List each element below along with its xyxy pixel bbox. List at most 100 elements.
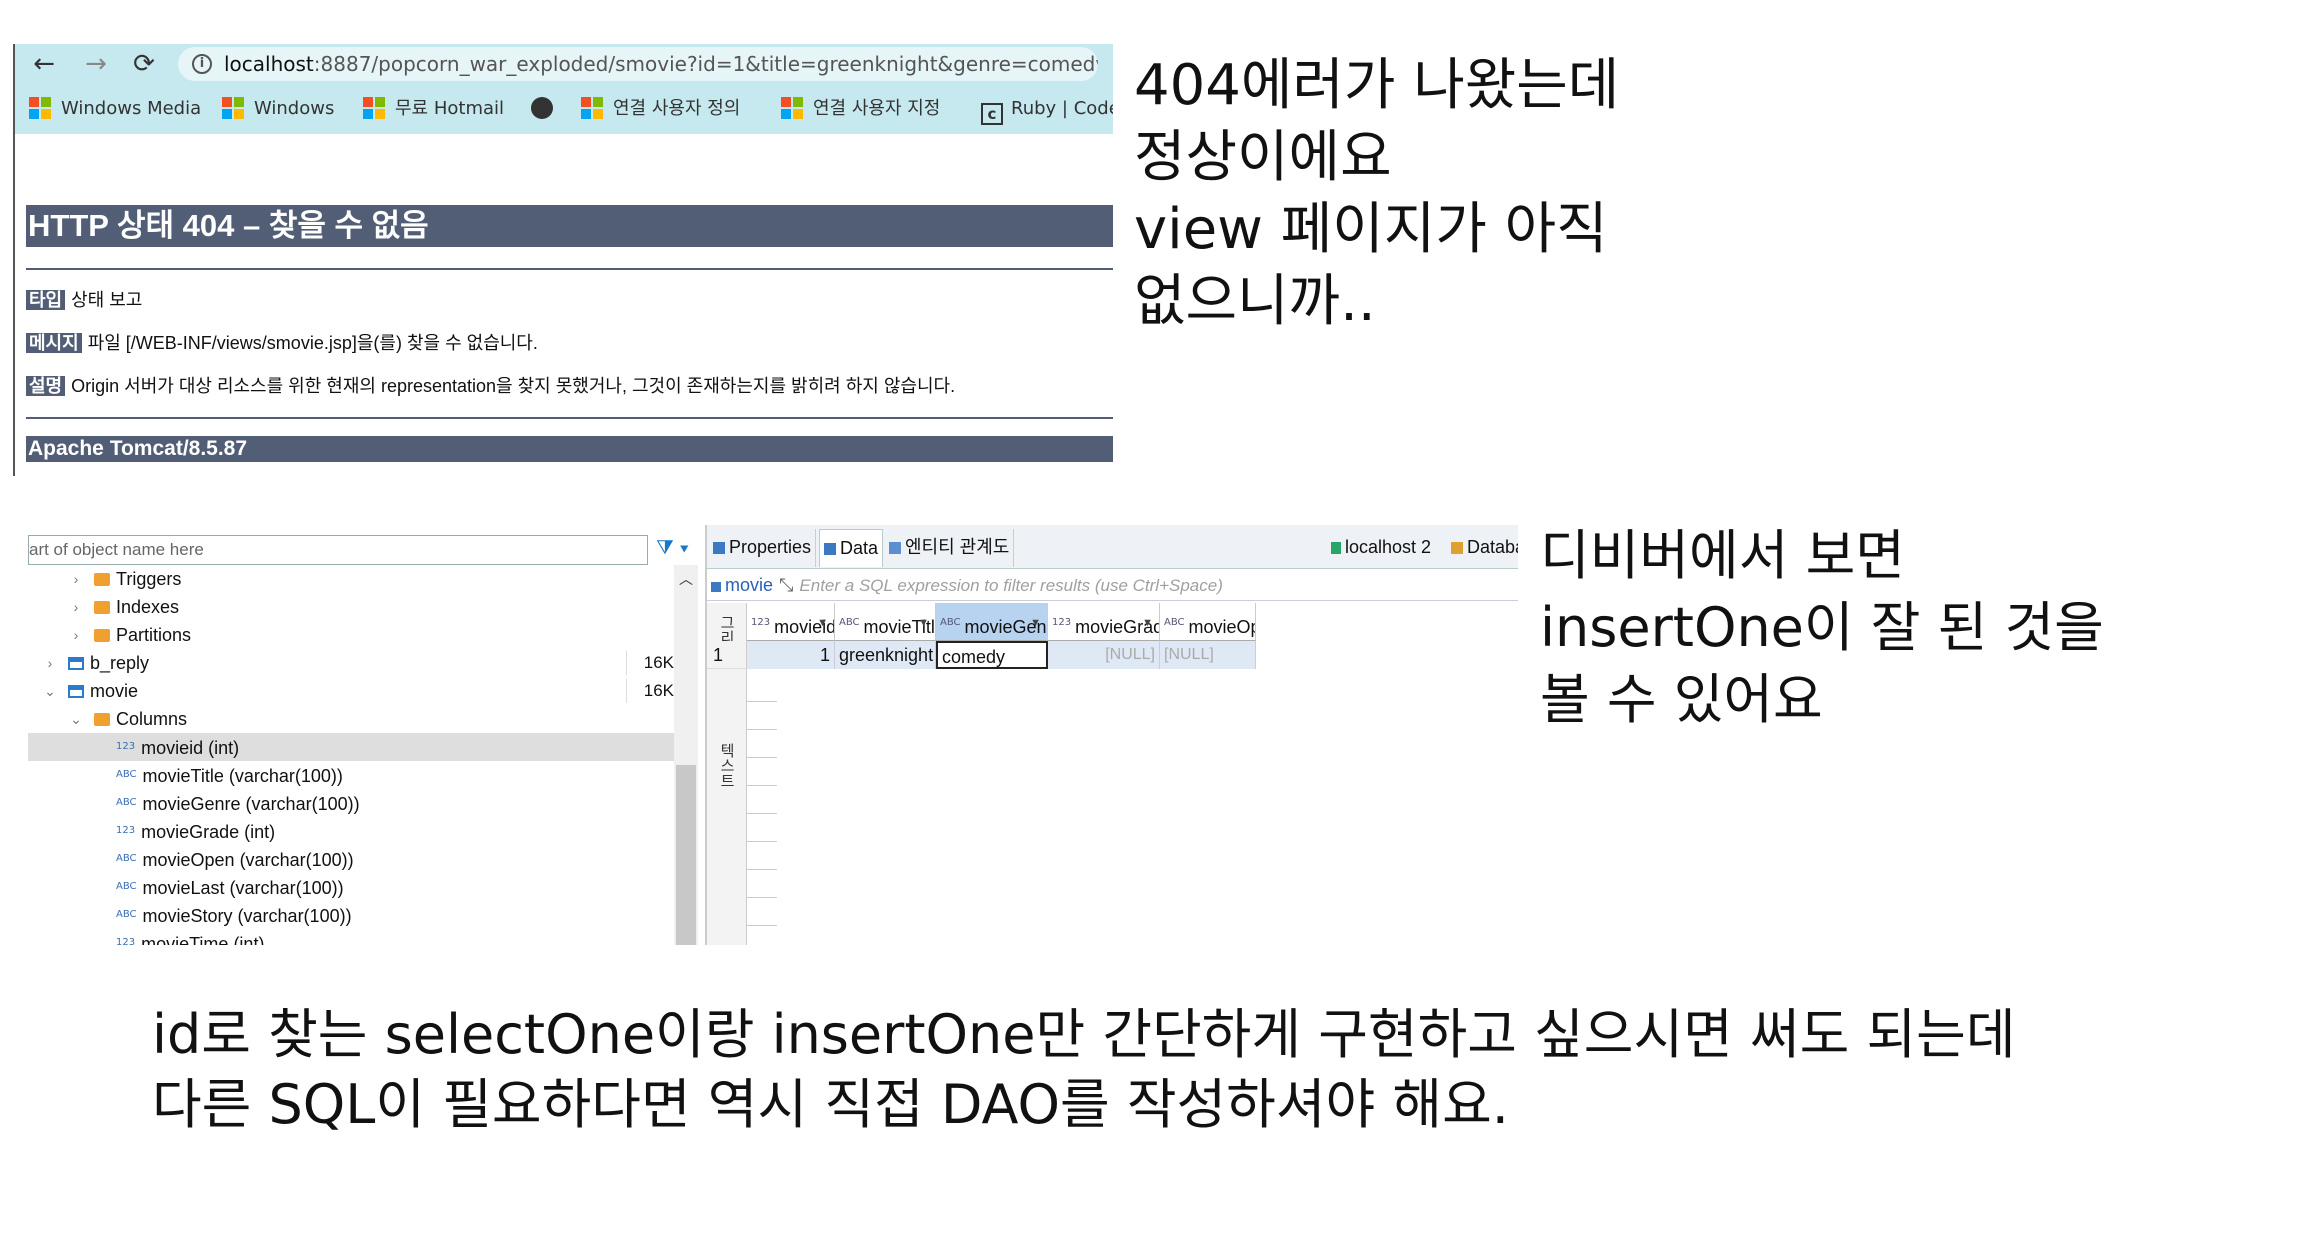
folder-icon <box>94 629 110 642</box>
column-header-movieopen[interactable]: ABCmovieOpen <box>1160 603 1256 641</box>
collapse-icon[interactable]: ⌄ <box>68 705 84 733</box>
tree-label: movieOpen (varchar(100)) <box>142 850 354 870</box>
table-size: 16K <box>626 651 678 675</box>
database-label: Databa <box>1467 537 1518 557</box>
tree-label: movieStory (varchar(100)) <box>142 906 352 926</box>
tree-item-movie[interactable]: ⌄ movie 16K <box>28 677 678 705</box>
numeric-column-icon: 123 <box>116 937 136 945</box>
sort-dropdown-icon[interactable]: ▼ <box>1142 603 1153 640</box>
note-line: 404에러가 나왔는데 <box>1134 53 1620 118</box>
sort-dropdown-icon[interactable]: ▼ <box>918 603 929 640</box>
column-header-movietitle[interactable]: ABCmovieTitle▼ <box>835 603 936 641</box>
error-description-text: Origin 서버가 대상 리소스를 위한 현재의 representation… <box>71 376 956 396</box>
column-item-moviestory[interactable]: ABC movieStory (varchar(100)) <box>28 901 678 929</box>
expand-icon[interactable]: › <box>68 621 84 649</box>
column-header-moviegrade[interactable]: 123movieGrade▼ <box>1048 603 1160 641</box>
tree-label: Triggers <box>116 569 182 589</box>
table-row[interactable]: 1 1 greenknight comedy [NULL] [NULL] <box>707 641 1256 669</box>
server-footer: Apache Tomcat/8.5.87 <box>26 436 1113 462</box>
note-line: id로 찾는 selectOne이랑 insertOne만 간단하게 구현하고 … <box>152 1003 2016 1066</box>
column-item-movietitle[interactable]: ABC movieTitle (varchar(100)) <box>28 761 678 789</box>
url-input[interactable]: i localhost:8887/popcorn_war_exploded/sm… <box>178 47 1098 81</box>
navigator-scrollbar[interactable]: ︿ <box>674 565 698 945</box>
tab-data[interactable]: Data <box>819 529 884 567</box>
error-type-line: 타입 상태 보고 <box>26 287 142 313</box>
column-item-movieopen[interactable]: ABC movieOpen (varchar(100)) <box>28 845 678 873</box>
tab-properties[interactable]: Properties <box>709 529 817 567</box>
text-view-toggle[interactable]: 텍스트 <box>715 743 737 788</box>
text-column-icon: ABC <box>116 769 137 780</box>
tree-label: movie <box>90 681 139 701</box>
bookmark-ruby-code[interactable]: c Ruby | Code <box>981 97 1113 125</box>
error-description-label: 설명 <box>26 376 66 396</box>
tree-item-columns[interactable]: ⌄ Columns <box>28 705 678 733</box>
text-type-icon: ABC <box>1164 617 1185 628</box>
forward-arrow-icon[interactable]: → <box>81 49 111 79</box>
expand-filter-icon[interactable]: ⤡ <box>779 575 793 595</box>
column-item-moviegenre[interactable]: ABC movieGenre (varchar(100)) <box>28 789 678 817</box>
dbeaver-screenshot: art of object name here ⧩ ▾ › Triggers › I… <box>28 525 1518 945</box>
tree-item-triggers[interactable]: › Triggers <box>28 565 678 593</box>
expand-icon[interactable]: › <box>42 649 58 677</box>
connection-label: localhost 2 <box>1345 537 1432 557</box>
result-filter-bar: movie ⤡ Enter a SQL expression to filter r… <box>707 569 1518 601</box>
sort-dropdown-icon[interactable]: ▼ <box>817 603 828 640</box>
tree-label: Columns <box>116 709 188 729</box>
numeric-type-icon: 123 <box>751 617 771 628</box>
scrollbar-thumb[interactable] <box>676 765 696 945</box>
connection-selector[interactable]: localhost 2 <box>1327 529 1435 567</box>
tree-label: movieTitle (varchar(100)) <box>142 766 343 786</box>
expand-icon[interactable]: › <box>68 565 84 593</box>
data-grid-icon <box>824 543 836 555</box>
column-item-movieid[interactable]: 123 movieid (int) <box>28 733 678 761</box>
filter-funnel-icon[interactable]: ⧩ ▾ <box>656 537 696 563</box>
tree-label: b_reply <box>90 653 150 673</box>
reload-icon[interactable]: ⟳ <box>129 49 159 79</box>
editor-tab-bar: Properties Data 엔티티 관계도 localhost 2 Data… <box>707 525 1518 569</box>
column-header-moviegenre[interactable]: ABCmovieGenre▼ <box>936 603 1048 641</box>
back-arrow-icon[interactable]: ← <box>29 49 59 79</box>
cell-moviegrade[interactable]: [NULL] <box>1048 641 1160 669</box>
bookmark-hotmail[interactable]: 무료 Hotmail <box>363 97 504 121</box>
scroll-up-icon[interactable]: ︿ <box>674 569 698 589</box>
error-description-line: 설명 Origin 서버가 대상 리소스를 위한 현재의 representati… <box>26 373 955 399</box>
object-filter-input[interactable]: art of object name here <box>28 535 648 565</box>
collapse-icon[interactable]: ⌄ <box>42 677 58 705</box>
tree-label: Partitions <box>116 625 192 645</box>
bookmark-custom-links-1[interactable]: 연결 사용자 정의 <box>581 97 740 121</box>
tree-label: movieGenre (varchar(100)) <box>142 794 360 814</box>
tree-item-partitions[interactable]: › Partitions <box>28 621 678 649</box>
bookmark-globe[interactable] <box>531 97 553 121</box>
divider <box>26 417 1113 419</box>
filter-expression-input[interactable]: Enter a SQL expression to filter results… <box>799 576 1222 595</box>
tree-item-b-reply[interactable]: › b_reply 16K <box>28 649 678 677</box>
site-info-icon[interactable]: i <box>192 54 212 74</box>
column-item-moviegrade[interactable]: 123 movieGrade (int) <box>28 817 678 845</box>
bookmark-windows[interactable]: Windows <box>222 97 334 121</box>
error-page: HTTP 상태 404 – 찾을 수 없음 타입 상태 보고 메시지 파일 [/WE… <box>15 134 1113 476</box>
database-selector[interactable]: Databa <box>1447 529 1518 567</box>
sort-dropdown-icon[interactable]: ▼ <box>1030 603 1041 640</box>
tab-label: 엔티티 관계도 <box>905 537 1010 557</box>
url-path: :8887/popcorn_war_exploded/smovie?id=1&t… <box>313 52 1098 76</box>
bookmark-label: 연결 사용자 정의 <box>613 98 741 119</box>
column-item-movietime[interactable]: 123 movieTime (int) <box>28 929 678 945</box>
bookmark-windows-media[interactable]: Windows Media <box>29 97 201 121</box>
cell-movieid[interactable]: 1 <box>747 641 835 669</box>
windows-logo-icon <box>781 97 803 119</box>
database-navigator: art of object name here ⧩ ▾ › Triggers › I… <box>28 525 705 945</box>
tab-er-diagram[interactable]: 엔티티 관계도 <box>885 529 1015 567</box>
expand-icon[interactable]: › <box>68 593 84 621</box>
divider <box>26 268 1113 270</box>
column-item-movielast[interactable]: ABC movieLast (varchar(100)) <box>28 873 678 901</box>
numeric-column-icon: 123 <box>116 825 136 836</box>
cell-movietitle[interactable]: greenknight <box>835 641 936 669</box>
column-header-movieid[interactable]: 123 movieid ▼ <box>747 603 835 641</box>
bookmark-label: Windows Media <box>61 98 202 119</box>
cell-moviegenre[interactable]: comedy <box>936 641 1048 669</box>
cell-movieopen[interactable]: [NULL] <box>1160 641 1256 669</box>
bookmark-custom-links-2[interactable]: 연결 사용자 지정 <box>781 97 940 121</box>
tree-item-indexes[interactable]: › Indexes <box>28 593 678 621</box>
windows-logo-icon <box>29 97 51 119</box>
windows-logo-icon <box>222 97 244 119</box>
